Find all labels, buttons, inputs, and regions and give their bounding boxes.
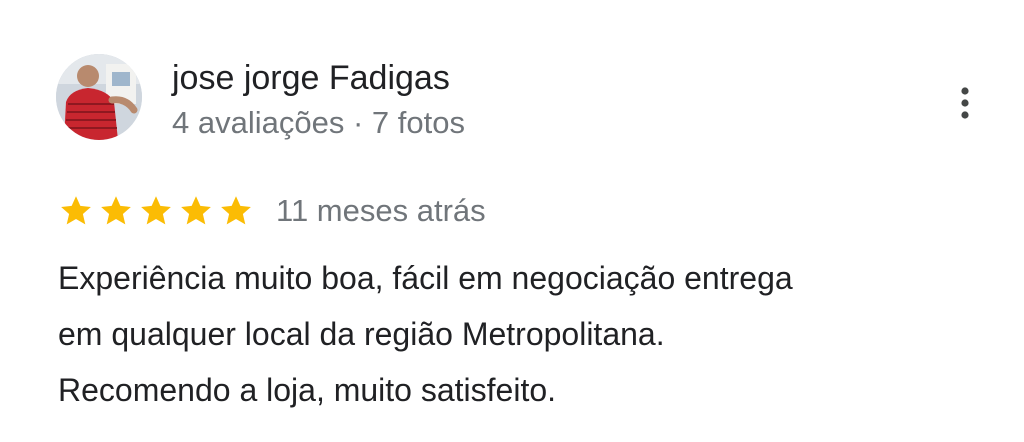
star-icon	[181, 196, 211, 225]
star-icon	[101, 196, 131, 225]
review-date: 11 meses atrás	[276, 193, 486, 228]
rating-row: 11 meses atrás	[58, 190, 486, 232]
review-card: jose jorge Fadigas 4 avaliações · 7 foto…	[0, 0, 1024, 442]
review-text-line: Recomendo a loja, muito satisfeito.	[58, 372, 557, 408]
review-text-line: Experiência muito boa, fácil em negociaç…	[58, 260, 793, 296]
author-name[interactable]: jose jorge Fadigas	[172, 58, 450, 98]
avatar-photo-icon	[56, 54, 142, 140]
star-icon	[221, 196, 251, 225]
star-icon	[141, 196, 171, 225]
star-icon	[61, 196, 91, 225]
review-text-line: em qualquer local da região Metropolitan…	[58, 316, 665, 352]
more-options-button[interactable]	[944, 82, 986, 124]
author-stats: 4 avaliações · 7 fotos	[172, 105, 465, 140]
avatar[interactable]	[56, 54, 142, 140]
star-rating	[58, 193, 254, 229]
review-text: Experiência muito boa, fácil em negociaç…	[58, 250, 988, 418]
more-vert-icon	[961, 87, 969, 119]
